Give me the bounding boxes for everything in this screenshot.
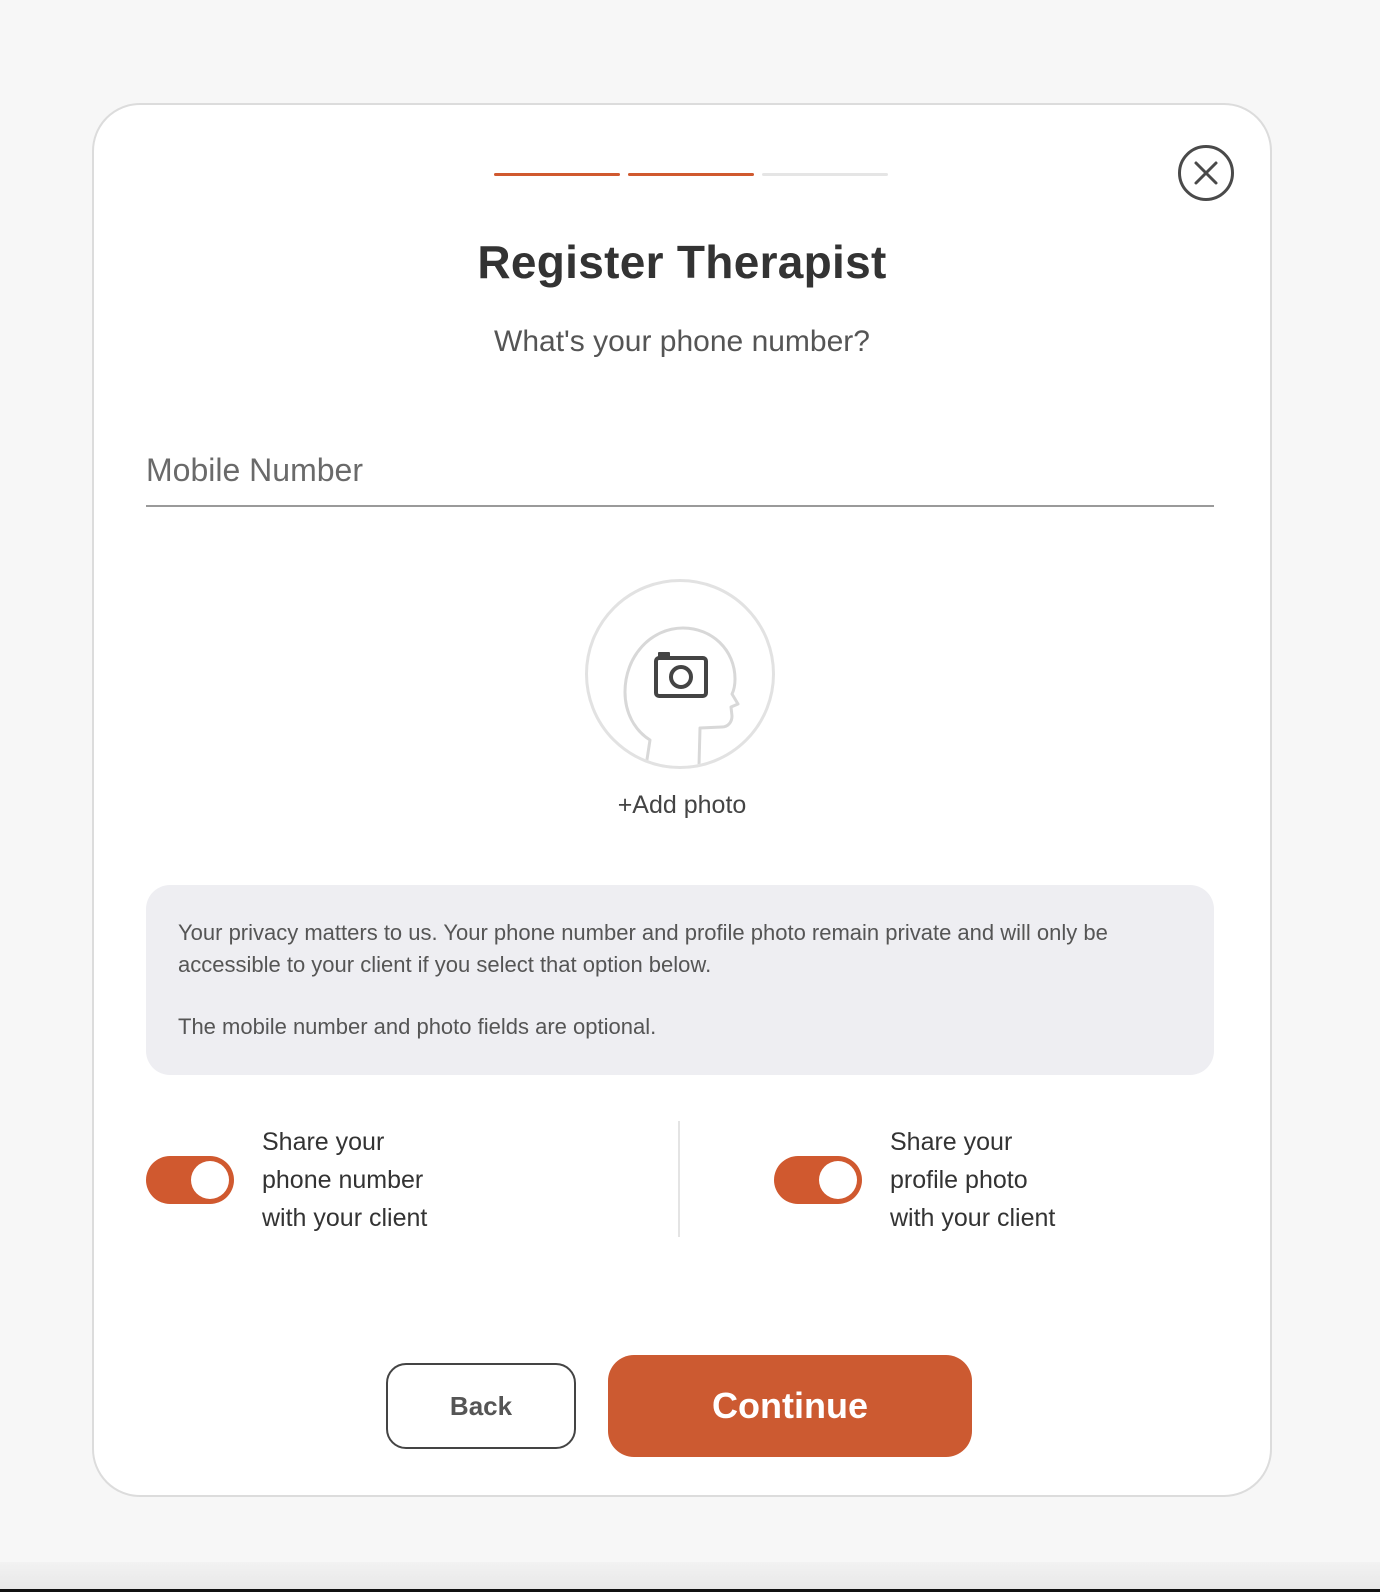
register-modal: Register Therapist What's your phone num… [92, 103, 1272, 1497]
page-subtitle: What's your phone number? [494, 325, 870, 358]
toggle-knob [819, 1161, 857, 1199]
privacy-notice: Your privacy matters to us. Your phone n… [146, 885, 1214, 1075]
close-button[interactable] [1178, 145, 1234, 201]
progress-step-1 [494, 173, 620, 176]
progress-step-3 [762, 173, 888, 176]
share-phone-toggle[interactable] [146, 1156, 234, 1204]
privacy-notice-text: Your privacy matters to us. Your phone n… [178, 920, 1108, 977]
close-icon [1194, 161, 1218, 185]
share-photo-label: Share your profile photo with your clien… [890, 1128, 1056, 1232]
add-photo-link[interactable]: +Add photo [94, 791, 1270, 820]
mobile-number-input[interactable] [146, 435, 1214, 507]
toggle-divider [678, 1121, 680, 1237]
step-progress [494, 173, 888, 176]
head-camera-icon [623, 626, 740, 766]
back-button[interactable]: Back [386, 1363, 576, 1449]
toggle-knob [191, 1161, 229, 1199]
continue-button[interactable]: Continue [608, 1355, 972, 1457]
window-bottom-edge [0, 1562, 1380, 1592]
progress-step-2 [628, 173, 754, 176]
share-phone-label: Share your phone number with your client [262, 1128, 428, 1232]
profile-photo-upload[interactable] [585, 579, 775, 769]
page-title: Register Therapist [477, 236, 887, 288]
share-photo-toggle[interactable] [774, 1156, 862, 1204]
optional-fields-note: The mobile number and photo fields are o… [178, 1014, 657, 1039]
